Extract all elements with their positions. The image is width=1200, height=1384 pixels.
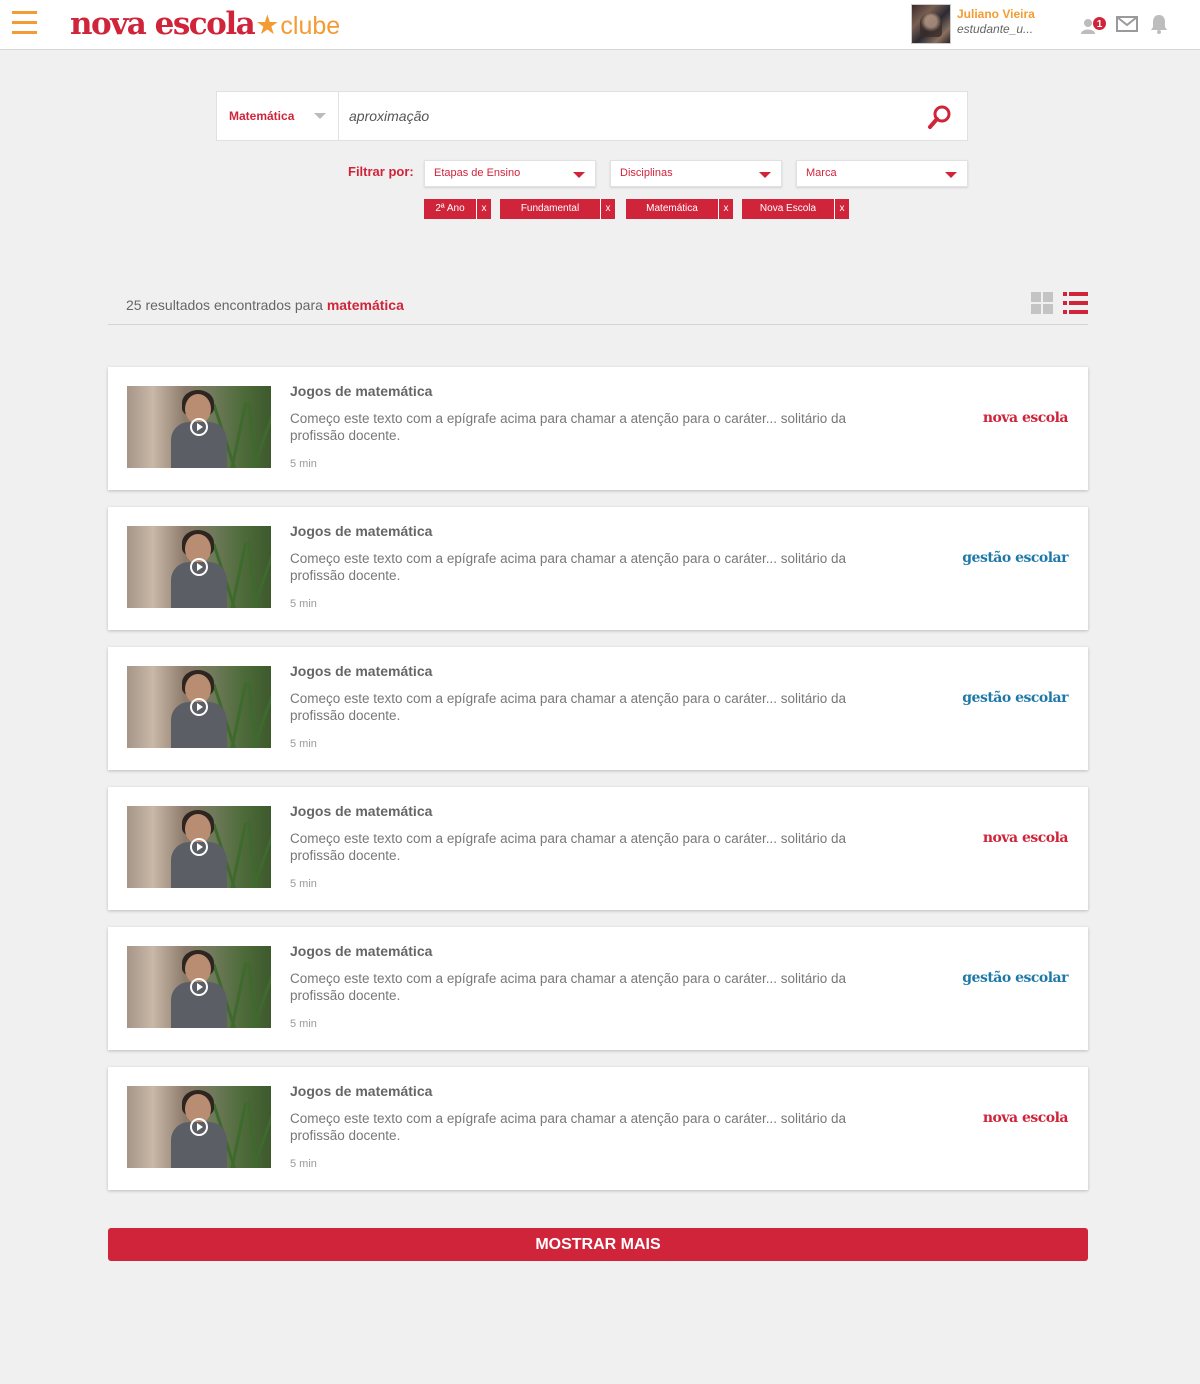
filter-chip-fundamental: Fundamental x — [500, 199, 615, 219]
card-description: Começo este texto com a epígrafe acima p… — [290, 1111, 847, 1143]
chip-remove-button[interactable]: x — [718, 199, 733, 219]
site-logo[interactable]: nova escola★clube — [70, 6, 340, 44]
friend-requests-badge: 1 — [1092, 16, 1107, 31]
chip-label: Nova Escola — [759, 203, 817, 214]
dropdown-label: Marca — [806, 167, 837, 179]
results-count-text: 25 resultados encontrados para — [126, 297, 323, 313]
card-title[interactable]: Jogos de matemática — [290, 943, 432, 959]
result-card[interactable]: Jogos de matemática Começo este texto co… — [108, 367, 1088, 490]
play-icon[interactable] — [190, 418, 208, 436]
chip-remove-button[interactable]: x — [834, 199, 849, 219]
card-title[interactable]: Jogos de matemática — [290, 1083, 432, 1099]
card-duration: 5 min — [290, 1018, 317, 1030]
card-title[interactable]: Jogos de matemática — [290, 803, 432, 819]
card-description: Começo este texto com a epígrafe acima p… — [290, 551, 847, 583]
video-thumbnail[interactable] — [127, 1086, 271, 1168]
results-search-term: matemática — [326, 297, 404, 313]
list-view-icon[interactable] — [1063, 292, 1088, 315]
user-profile[interactable]: Juliano Vieira estudante_u... — [911, 4, 1061, 44]
results-count: 25 resultados encontrados para matemátic… — [126, 297, 404, 313]
search-category-value: Matemática — [229, 109, 295, 123]
filter-dropdown-etapas[interactable]: Etapas de Ensino — [424, 160, 596, 187]
result-card[interactable]: Jogos de matemática Começo este texto co… — [108, 507, 1088, 630]
filter-label: Filtrar por: — [348, 164, 414, 179]
card-title[interactable]: Jogos de matemática — [290, 383, 432, 399]
chevron-down-icon — [945, 172, 957, 178]
brand-logo: nova escola — [982, 1110, 1069, 1126]
chip-remove-button[interactable]: x — [600, 199, 615, 219]
brand-logo: nova escola — [982, 410, 1069, 426]
play-icon[interactable] — [190, 1118, 208, 1136]
brand-logo: nova escola — [982, 830, 1069, 846]
logo-subtext: clube — [280, 12, 341, 40]
card-title[interactable]: Jogos de matemática — [290, 663, 432, 679]
show-more-button[interactable]: MOSTRAR MAIS — [108, 1228, 1088, 1261]
result-card[interactable]: Jogos de matemática Começo este texto co… — [108, 1067, 1088, 1190]
card-description: Começo este texto com a epígrafe acima p… — [290, 691, 847, 723]
filter-chip-nova-escola: Nova Escola x — [742, 199, 849, 219]
card-description: Começo este texto com a epígrafe acima p… — [290, 411, 847, 443]
brand-logo: gestão escolar — [962, 690, 1068, 706]
play-icon[interactable] — [190, 838, 208, 856]
card-duration: 5 min — [290, 878, 317, 890]
dropdown-label: Disciplinas — [620, 167, 673, 179]
result-card[interactable]: Jogos de matemática Começo este texto co… — [108, 787, 1088, 910]
logo-text: nova escola — [70, 6, 256, 42]
video-thumbnail[interactable] — [127, 526, 271, 608]
dropdown-label: Etapas de Ensino — [434, 167, 521, 179]
video-thumbnail[interactable] — [127, 386, 271, 468]
filter-chip-ano: 2ª Ano x — [424, 199, 491, 219]
user-name: Juliano Vieira — [957, 7, 1035, 21]
card-description: Começo este texto com a epígrafe acima p… — [290, 831, 847, 863]
play-icon[interactable] — [190, 698, 208, 716]
chevron-down-icon — [759, 172, 771, 178]
play-icon[interactable] — [190, 558, 208, 576]
avatar[interactable] — [911, 4, 951, 44]
filter-dropdown-disciplinas[interactable]: Disciplinas — [610, 160, 782, 187]
grid-view-icon[interactable] — [1031, 292, 1054, 315]
card-title[interactable]: Jogos de matemática — [290, 523, 432, 539]
chip-remove-button[interactable]: x — [476, 199, 491, 219]
video-thumbnail[interactable] — [127, 806, 271, 888]
brand-logo: gestão escolar — [962, 970, 1068, 986]
filter-dropdown-marca[interactable]: Marca — [796, 160, 968, 187]
filter-chip-matematica: Matemática x — [626, 199, 733, 219]
chip-label: Matemática — [646, 203, 698, 214]
logo-star-icon: ★ — [255, 10, 280, 41]
card-duration: 5 min — [290, 458, 317, 470]
bell-icon[interactable] — [1150, 14, 1168, 34]
result-card[interactable]: Jogos de matemática Começo este texto co… — [108, 647, 1088, 770]
card-description: Começo este texto com a epígrafe acima p… — [290, 971, 847, 1003]
search-input[interactable] — [340, 92, 920, 140]
chip-label: 2ª Ano — [435, 203, 465, 214]
chevron-down-icon — [573, 172, 585, 178]
result-card[interactable]: Jogos de matemática Começo este texto co… — [108, 927, 1088, 1050]
friends-icon[interactable]: 1 — [1081, 14, 1109, 36]
chip-label: Fundamental — [520, 203, 580, 214]
search-bar: Matemática — [216, 91, 968, 141]
mail-icon[interactable] — [1116, 16, 1138, 32]
top-header: nova escola★clube Juliano Vieira estudan… — [0, 0, 1200, 50]
user-handle: estudante_u... — [957, 22, 1034, 36]
video-thumbnail[interactable] — [127, 666, 271, 748]
hamburger-menu-icon[interactable] — [12, 11, 38, 37]
video-thumbnail[interactable] — [127, 946, 271, 1028]
play-icon[interactable] — [190, 978, 208, 996]
card-duration: 5 min — [290, 598, 317, 610]
results-divider — [108, 324, 1088, 325]
card-duration: 5 min — [290, 738, 317, 750]
card-duration: 5 min — [290, 1158, 317, 1170]
chevron-down-icon — [314, 113, 326, 119]
search-category-select[interactable]: Matemática — [217, 92, 339, 140]
search-icon[interactable] — [927, 104, 953, 130]
brand-logo: gestão escolar — [962, 550, 1068, 566]
